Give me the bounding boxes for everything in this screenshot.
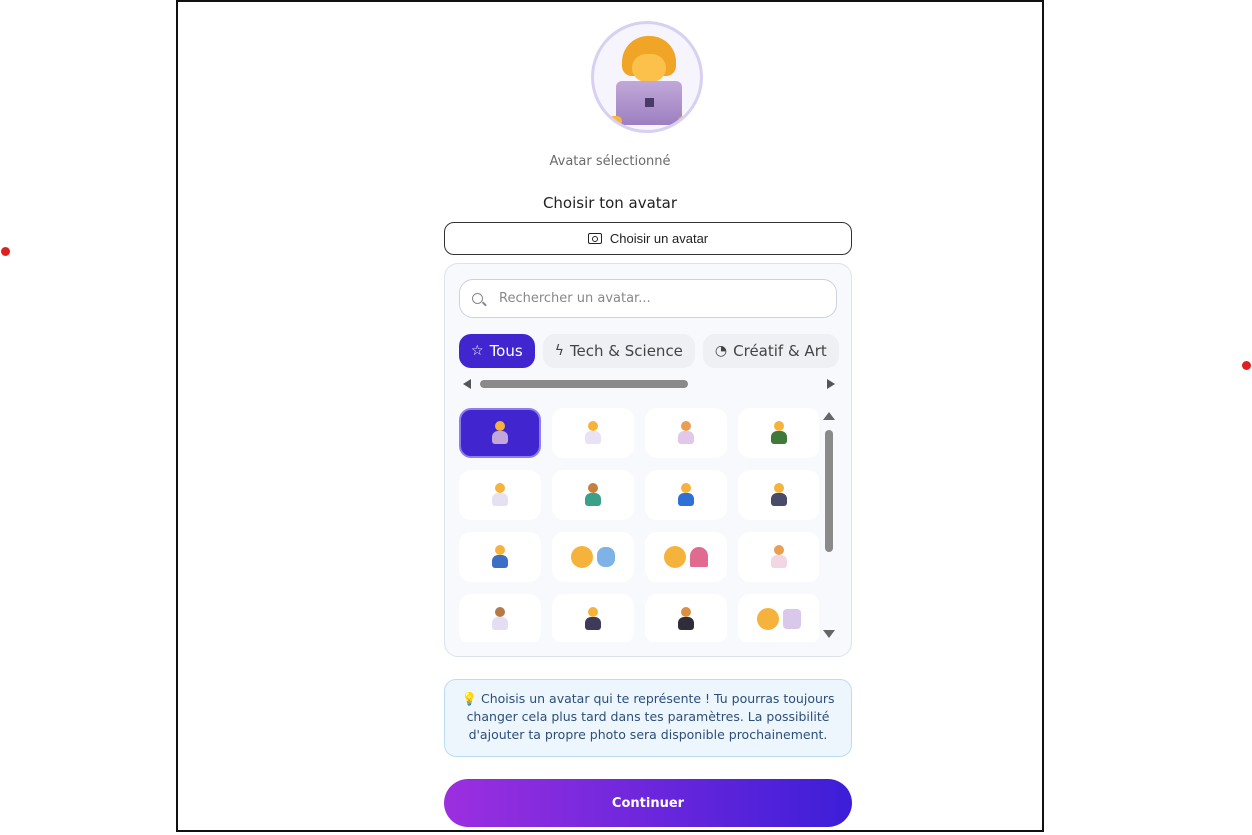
woman-doctor-icon bbox=[491, 483, 509, 507]
camera-icon bbox=[587, 233, 602, 244]
avatar-option-woman-teacher[interactable] bbox=[738, 408, 819, 458]
tab-label: Tous bbox=[489, 342, 523, 360]
scroll-down-arrow-icon[interactable] bbox=[823, 630, 835, 638]
avatar-face bbox=[632, 54, 666, 82]
tab-label: Tech & Science bbox=[569, 342, 683, 360]
man-artist-icon bbox=[677, 421, 695, 445]
scroll-left-arrow-icon[interactable] bbox=[463, 379, 471, 389]
avatar-option-woman-performing-arts[interactable] bbox=[552, 532, 634, 582]
woman-hospital-icon bbox=[757, 608, 801, 630]
annotation-dot-right bbox=[1242, 361, 1251, 370]
avatar-option-student-graduate[interactable] bbox=[645, 594, 727, 642]
star-icon: ☆ bbox=[471, 343, 484, 359]
woman-farmer-icon bbox=[584, 483, 602, 507]
search-input[interactable] bbox=[497, 290, 801, 307]
search-icon bbox=[472, 293, 483, 304]
scroll-up-arrow-icon[interactable] bbox=[823, 412, 835, 420]
avatar-option-woman-pilot[interactable] bbox=[552, 594, 634, 642]
woman-judge-icon bbox=[770, 483, 788, 507]
avatar-hand-left bbox=[608, 116, 622, 126]
tab-creatif-art[interactable]: ◔ Créatif & Art bbox=[702, 334, 839, 368]
avatar-option-woman-judge[interactable] bbox=[738, 470, 819, 520]
annotation-dot-left bbox=[1, 247, 10, 256]
grid-vertical-scrollbar[interactable] bbox=[823, 412, 835, 638]
avatar-picker-panel: ☆ Tous ϟ Tech & Science ◔ Créatif & Art bbox=[444, 263, 852, 657]
woman-performing-arts-icon bbox=[571, 546, 615, 568]
lightbulb-icon: 💡 bbox=[461, 691, 478, 706]
woman-pilot-icon bbox=[584, 607, 602, 631]
choose-avatar-button-label: Choisir un avatar bbox=[609, 231, 709, 246]
avatar-option-woman-hospital[interactable] bbox=[738, 594, 819, 642]
tab-tous[interactable]: ☆ Tous bbox=[459, 334, 535, 368]
avatar-option-woman-astronaut[interactable] bbox=[459, 594, 541, 642]
palette-icon: ◔ bbox=[714, 343, 728, 359]
woman-astronaut-icon bbox=[491, 607, 509, 631]
tip-text: Choisis un avatar qui te représente ! Tu… bbox=[466, 691, 835, 742]
avatar-grid bbox=[459, 408, 819, 642]
search-box bbox=[459, 279, 837, 318]
choose-avatar-button[interactable]: Choisir un avatar bbox=[444, 222, 852, 255]
continue-button[interactable]: Continuer bbox=[444, 779, 852, 827]
avatar-option-woman-technologist[interactable] bbox=[459, 408, 541, 458]
avatar-option-man-factory-worker[interactable] bbox=[645, 470, 727, 520]
avatar-option-woman-mechanic[interactable] bbox=[459, 532, 541, 582]
woman-mechanic-icon bbox=[491, 545, 509, 569]
woman-technologist-icon bbox=[491, 421, 509, 445]
woman-teacher-icon bbox=[770, 421, 788, 445]
laptop-icon bbox=[616, 81, 682, 125]
avatar-option-woman-health-worker[interactable] bbox=[552, 408, 634, 458]
bolt-icon: ϟ bbox=[554, 343, 564, 359]
tab-tech-science[interactable]: ϟ Tech & Science bbox=[542, 334, 695, 368]
woman-circus-icon bbox=[664, 546, 708, 568]
avatar-option-woman-cook[interactable] bbox=[738, 532, 819, 582]
laptop-logo-icon bbox=[645, 98, 654, 107]
avatar-option-man-artist[interactable] bbox=[645, 408, 727, 458]
horizontal-scroll-thumb[interactable] bbox=[480, 380, 688, 388]
student-graduate-icon bbox=[677, 607, 695, 631]
category-tabs: ☆ Tous ϟ Tech & Science ◔ Créatif & Art bbox=[459, 334, 839, 368]
tab-label: Créatif & Art bbox=[733, 342, 827, 360]
selected-avatar-preview bbox=[591, 21, 703, 133]
man-factory-worker-icon bbox=[677, 483, 695, 507]
avatar-hand-right bbox=[678, 116, 692, 126]
avatar-option-woman-farmer[interactable] bbox=[552, 470, 634, 520]
woman-health-worker-icon bbox=[584, 421, 602, 445]
selected-avatar-label: Avatar sélectionné bbox=[549, 154, 671, 169]
avatar-option-woman-doctor[interactable] bbox=[459, 470, 541, 520]
scroll-right-arrow-icon[interactable] bbox=[827, 379, 835, 389]
woman-cook-icon bbox=[770, 545, 788, 569]
vertical-scroll-thumb[interactable] bbox=[825, 430, 833, 552]
avatar-option-woman-circus[interactable] bbox=[645, 532, 727, 582]
onboarding-frame: Avatar sélectionné Choisir ton avatar Ch… bbox=[176, 0, 1044, 832]
tip-box: 💡 Choisis un avatar qui te représente ! … bbox=[444, 679, 852, 757]
tabs-horizontal-scrollbar[interactable] bbox=[463, 378, 835, 390]
choose-avatar-title: Choisir ton avatar bbox=[542, 194, 678, 212]
